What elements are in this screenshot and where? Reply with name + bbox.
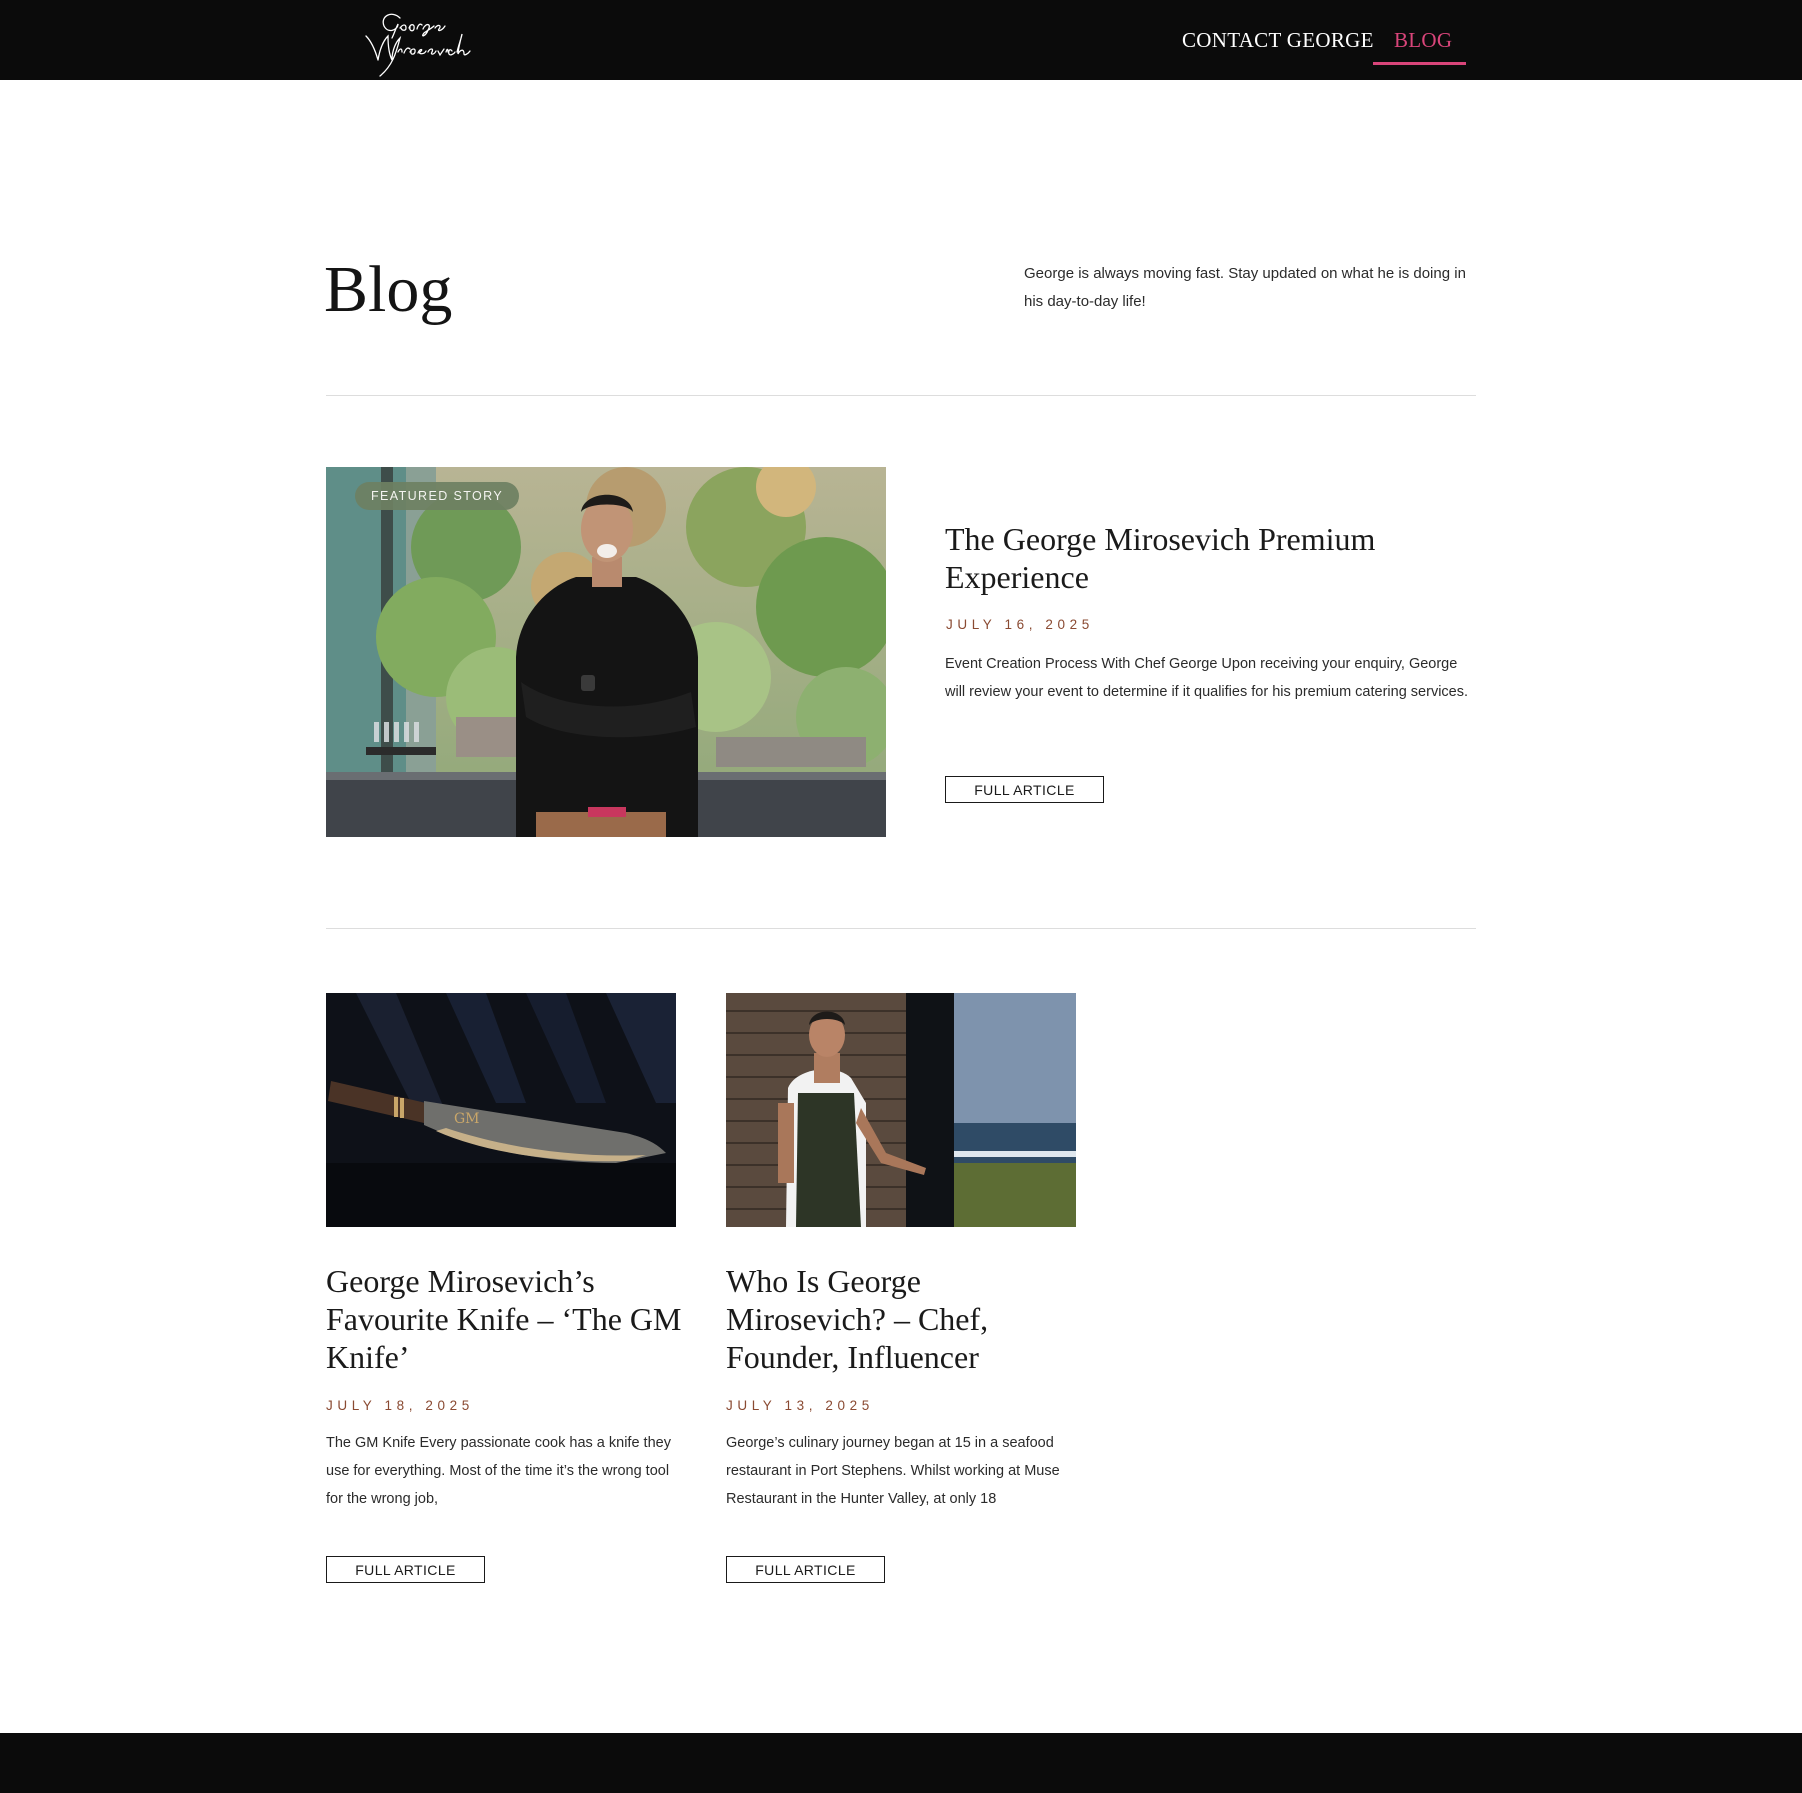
svg-text:GM: GM bbox=[454, 1111, 480, 1127]
active-nav-underline bbox=[1373, 62, 1466, 65]
featured-full-article-button[interactable]: FULL ARTICLE bbox=[945, 776, 1104, 803]
nav-contact-george[interactable]: CONTACT GEORGE bbox=[1182, 28, 1374, 53]
post-image-knife[interactable]: GM bbox=[326, 993, 676, 1227]
featured-post-image[interactable]: FEATURED STORY bbox=[326, 467, 886, 837]
post-image-who-is-george[interactable] bbox=[726, 993, 1076, 1227]
site-header: CONTACT GEORGE BLOG bbox=[0, 0, 1802, 80]
page-title: Blog bbox=[324, 253, 453, 326]
section-divider bbox=[326, 928, 1476, 929]
site-footer bbox=[0, 1733, 1802, 1793]
section-divider bbox=[326, 395, 1476, 396]
post-title-knife[interactable]: George Mirosevich’s Favourite Knife – ‘T… bbox=[326, 1262, 686, 1376]
post-excerpt-who-is-george: George’s culinary journey began at 15 in… bbox=[726, 1435, 1060, 1507]
full-article-button-who-is-george[interactable]: FULL ARTICLE bbox=[726, 1556, 885, 1583]
featured-story-badge: FEATURED STORY bbox=[355, 482, 520, 510]
full-article-button-knife[interactable]: FULL ARTICLE bbox=[326, 1556, 485, 1583]
featured-post-date: JULY 16, 2025 bbox=[946, 617, 1094, 632]
post-excerpt-knife: The GM Knife Every passionate cook has a… bbox=[326, 1435, 671, 1507]
post-date-knife: JULY 18, 2025 bbox=[326, 1398, 474, 1413]
nav-blog[interactable]: BLOG bbox=[1394, 28, 1452, 53]
featured-post-excerpt: Event Creation Process With Chef George … bbox=[945, 656, 1469, 700]
post-title-who-is-george[interactable]: Who Is George Mirosevich? – Chef, Founde… bbox=[726, 1262, 1086, 1376]
george-mirosevich-signature-logo[interactable] bbox=[348, 4, 474, 78]
chef-knife-image: GM bbox=[326, 993, 676, 1227]
signature-icon bbox=[365, 13, 471, 77]
featured-post-title[interactable]: The George Mirosevich Premium Experience bbox=[945, 520, 1465, 596]
intro-description: George is always moving fast. Stay updat… bbox=[1024, 265, 1466, 310]
chef-portrait-garden-image bbox=[326, 467, 886, 837]
chef-apron-coast-image bbox=[726, 993, 1076, 1227]
post-date-who-is-george: JULY 13, 2025 bbox=[726, 1398, 874, 1413]
